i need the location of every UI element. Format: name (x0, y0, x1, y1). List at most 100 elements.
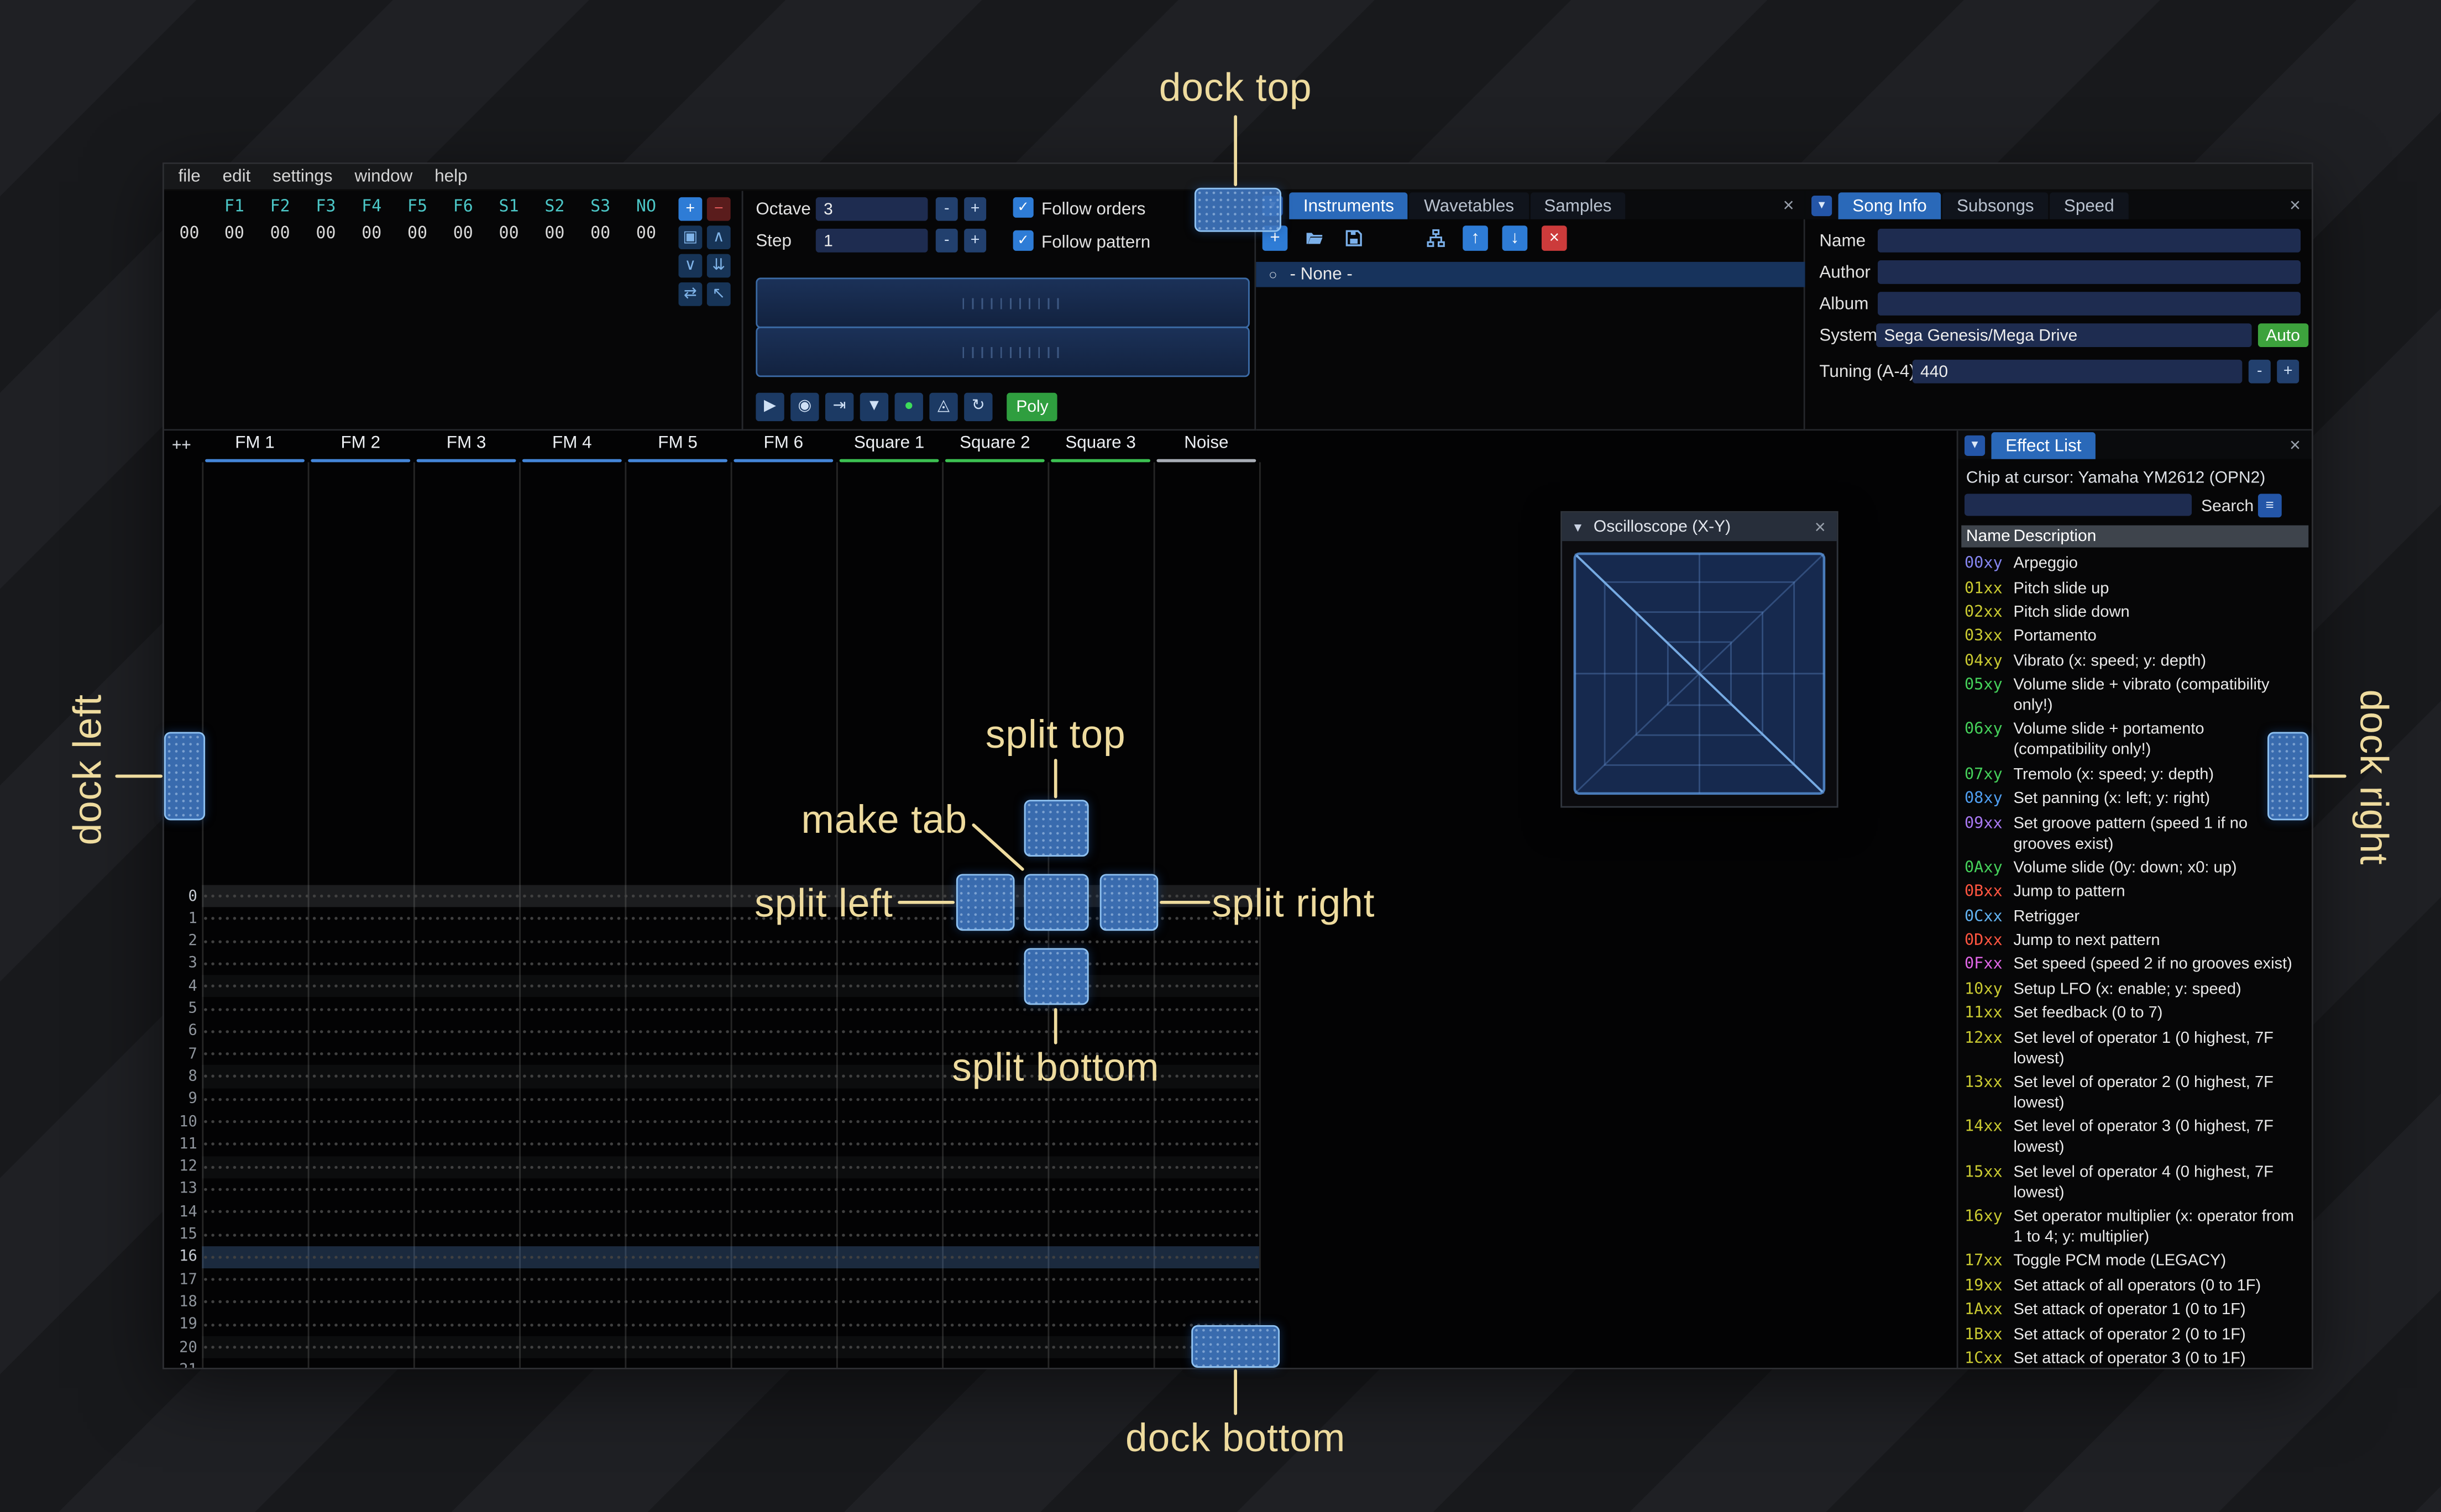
orders-row-index[interactable]: 00 (167, 224, 212, 243)
repeat-pattern-button[interactable]: ↻ (964, 392, 993, 422)
orders-cell-7[interactable]: 00 (532, 224, 578, 243)
effect-row-03xx[interactable]: 03xx Portamento (1961, 625, 2312, 649)
name-field[interactable] (1877, 228, 2301, 253)
pattern-row-12[interactable]: 12 (164, 1156, 1958, 1179)
menu-item-help[interactable]: help (434, 167, 467, 186)
effect-row-09xx[interactable]: 09xx Set groove pattern (speed 1 if no gr… (1961, 811, 2312, 856)
dock-target-bottom[interactable] (1191, 1325, 1280, 1368)
tab-effect-list[interactable]: Effect List (1991, 432, 2096, 459)
effect-row-13xx[interactable]: 13xx Set level of operator 2 (0 highest, … (1961, 1071, 2312, 1116)
effect-row-1axx[interactable]: 1Axx Set attack of operator 1 (0 to 1F) (1961, 1298, 2312, 1322)
make-tab-target[interactable] (1024, 874, 1089, 931)
tuning-decrease-button[interactable]: - (2248, 359, 2271, 384)
orders-cell-5[interactable]: 00 (440, 224, 486, 243)
pattern-row-14[interactable]: 14 (164, 1200, 1958, 1224)
split-target-top[interactable] (1024, 800, 1089, 857)
orders-cell-3[interactable]: 00 (349, 224, 395, 243)
channel-header-square-3[interactable]: Square 3 (1047, 434, 1153, 463)
effect-row-15xx[interactable]: 15xx Set level of operator 4 (0 highest, … (1961, 1161, 2312, 1205)
song-info-collapse-button[interactable]: ▼ (1811, 195, 1832, 217)
effect-row-07xy[interactable]: 07xy Tremolo (x: speed; y: depth) (1961, 763, 2312, 788)
effect-row-17xx[interactable]: 17xx Toggle PCM mode (LEGACY) (1961, 1250, 2312, 1274)
pattern-row-13[interactable]: 13 (164, 1178, 1958, 1201)
tuning-increase-button[interactable]: + (2277, 359, 2299, 384)
pattern-row-19[interactable]: 19 (164, 1313, 1958, 1336)
step-increase-button[interactable]: + (964, 228, 987, 253)
tuning-field[interactable]: 440 (1912, 359, 2243, 384)
channel-header-fm-6[interactable]: FM 6 (731, 434, 836, 463)
system-auto-button[interactable]: Auto (2257, 323, 2308, 348)
orders-cell-1[interactable]: 00 (257, 224, 303, 243)
effect-row-06xy[interactable]: 06xy Volume slide + portamento (compatibi… (1961, 718, 2312, 763)
octave-decrease-button[interactable]: - (935, 197, 958, 221)
effect-row-0dxx[interactable]: 0Dxx Jump to next pattern (1961, 929, 2312, 953)
channel-header-fm-3[interactable]: FM 3 (413, 434, 519, 463)
pattern-row-11[interactable]: 11 (164, 1133, 1958, 1156)
effect-row-1bxx[interactable]: 1Bxx Set attack of operator 2 (0 to 1F) (1961, 1322, 2312, 1347)
effect-row-14xx[interactable]: 14xx Set level of operator 3 (0 highest, … (1961, 1116, 2312, 1161)
instrument-move-up-button[interactable]: ↑ (1463, 225, 1488, 251)
split-target-left[interactable] (956, 874, 1015, 931)
pattern-row-16[interactable]: 16 (164, 1246, 1958, 1269)
effect-row-0axy[interactable]: 0Axy Volume slide (0y: down; x0: up) (1961, 856, 2312, 880)
poly-button[interactable]: Poly (1007, 392, 1058, 422)
effect-row-0fxx[interactable]: 0Fxx Set speed (speed 2 if no grooves exi… (1961, 953, 2312, 978)
follow-pattern-checkbox[interactable]: ✓ (1013, 230, 1034, 251)
oscilloscope-collapse-icon[interactable]: ▼ (1572, 520, 1584, 534)
effect-row-16xy[interactable]: 16xy Set operator multiplier (x: operator… (1961, 1205, 2312, 1250)
channel-header-noise[interactable]: Noise (1154, 434, 1259, 463)
tab-instruments[interactable]: Instruments (1289, 192, 1408, 219)
instrument-folders-button[interactable] (1423, 225, 1449, 251)
orders-cell-2[interactable]: 00 (303, 224, 349, 243)
tab-speed[interactable]: Speed (2050, 192, 2129, 219)
play-button[interactable]: ▶ (756, 392, 784, 422)
effect-row-0cxx[interactable]: 0Cxx Retrigger (1961, 905, 2312, 929)
split-target-right[interactable] (1099, 874, 1159, 931)
instruments-close-icon[interactable]: × (1783, 196, 1794, 214)
effect-row-08xy[interactable]: 08xy Set panning (x: left; y: right) (1961, 787, 2312, 811)
tab-subsongs[interactable]: Subsongs (1942, 192, 2049, 219)
order-remove-button[interactable]: − (706, 197, 731, 221)
channel-header-fm-4[interactable]: FM 4 (519, 434, 625, 463)
system-field[interactable]: Sega Genesis/Mega Drive (1876, 323, 2252, 348)
effect-row-00xy[interactable]: 00xy Arpeggio (1961, 552, 2312, 576)
effect-row-12xx[interactable]: 12xx Set level of operator 1 (0 highest, … (1961, 1026, 2312, 1071)
effect-list-options-button[interactable]: ≡ (2257, 494, 2282, 518)
orders-cell-6[interactable]: 00 (486, 224, 532, 243)
instrument-save-button[interactable] (1341, 225, 1366, 251)
step-input[interactable]: 1 (815, 228, 928, 253)
effect-row-01xx[interactable]: 01xx Pitch slide up (1961, 576, 2312, 601)
orders-cell-0[interactable]: 00 (212, 224, 258, 243)
metronome-button[interactable]: ◬ (929, 392, 958, 422)
orders-cell-4[interactable]: 00 (395, 224, 441, 243)
menu-item-window[interactable]: window (355, 167, 413, 186)
order-duplicate-end-button[interactable]: ⇊ (706, 254, 731, 278)
tab-song-info[interactable]: Song Info (1838, 192, 1941, 219)
album-field[interactable] (1877, 292, 2301, 316)
pattern-row-18[interactable]: 18 (164, 1291, 1958, 1314)
effect-row-05xy[interactable]: 05xy Volume slide + vibrato (compatibilit… (1961, 674, 2312, 718)
channel-header-fm-2[interactable]: FM 2 (308, 434, 413, 463)
record-button[interactable]: ● (894, 392, 923, 422)
menu-item-file[interactable]: file (179, 167, 201, 186)
order-change-all-button[interactable]: ⇄ (678, 282, 703, 306)
octave-increase-button[interactable]: + (964, 197, 987, 221)
effect-list-collapse-button[interactable]: ▼ (1964, 435, 1986, 456)
tab-samples[interactable]: Samples (1529, 192, 1626, 219)
instrument-list-item[interactable]: ○ - None - (1256, 261, 1805, 287)
oscilloscope-title-bar[interactable]: ▼ Oscilloscope (X-Y) × (1562, 512, 1837, 542)
dock-target-left[interactable] (164, 732, 206, 821)
song-info-close-icon[interactable]: × (2290, 196, 2301, 214)
order-add-button[interactable]: + (678, 197, 703, 221)
play-row-button[interactable]: ⇥ (825, 392, 854, 422)
pattern-row-17[interactable]: 17 (164, 1268, 1958, 1292)
effect-row-11xx[interactable]: 11xx Set feedback (0 to 7) (1961, 1002, 2312, 1026)
step-down-button[interactable]: ▼ (860, 392, 889, 422)
author-field[interactable] (1877, 260, 2301, 284)
menu-item-settings[interactable]: settings (273, 167, 332, 186)
dock-target-right[interactable] (2267, 732, 2309, 821)
channel-header-square-2[interactable]: Square 2 (942, 434, 1047, 463)
menu-item-edit[interactable]: edit (223, 167, 251, 186)
pattern-row-6[interactable]: 6 (164, 1020, 1958, 1043)
dock-target-top[interactable] (1194, 187, 1281, 232)
